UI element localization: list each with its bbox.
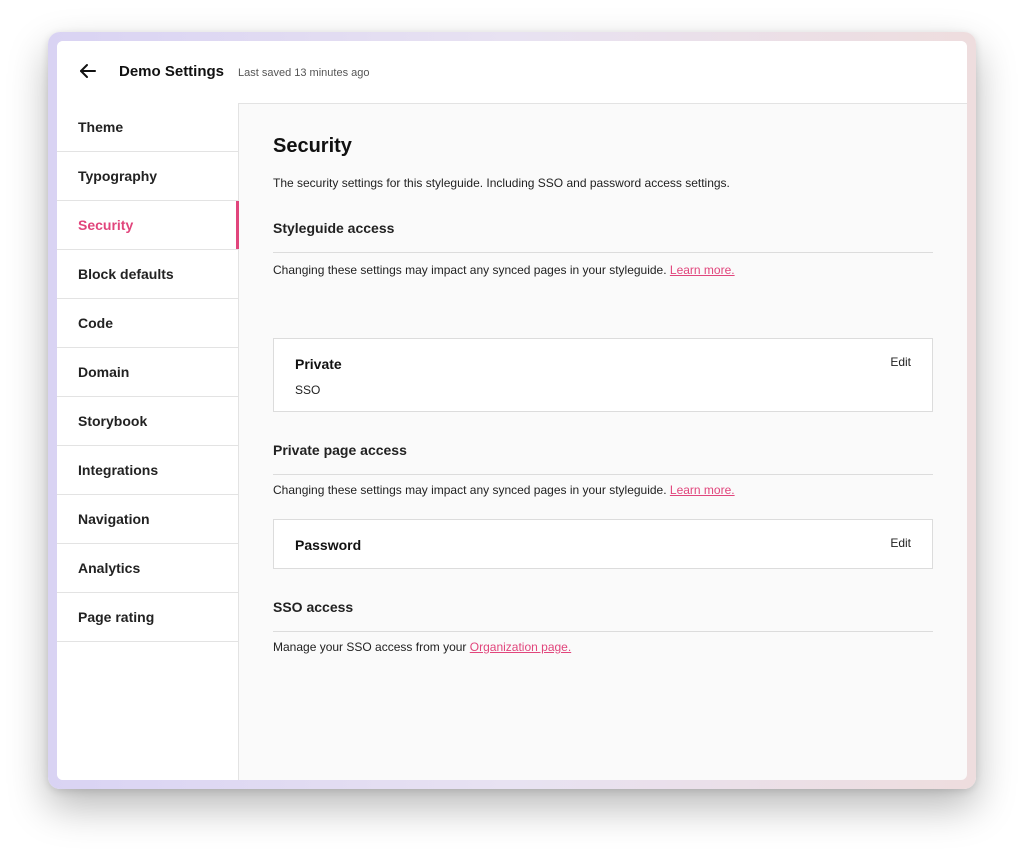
divider <box>273 474 933 475</box>
card-subtitle: SSO <box>295 383 321 397</box>
sidebar-item-label: Integrations <box>78 462 159 478</box>
edit-password-button[interactable]: Edit <box>890 536 911 550</box>
card-title: Password <box>295 537 362 553</box>
sso-access-note-text: Manage your SSO access from your <box>273 640 467 654</box>
sidebar-item-domain[interactable]: Domain <box>57 348 238 397</box>
sidebar-item-theme[interactable]: Theme <box>57 103 238 152</box>
app-title: Demo Settings <box>119 63 225 80</box>
sso-access-note: Manage your SSO access from your Organiz… <box>273 640 571 654</box>
sidebar-item-label: Code <box>78 315 113 331</box>
divider <box>273 631 933 632</box>
private-page-access-heading: Private page access <box>273 442 407 458</box>
styleguide-access-heading: Styleguide access <box>273 220 395 236</box>
private-page-access-note: Changing these settings may impact any s… <box>273 483 735 497</box>
sidebar-item-code[interactable]: Code <box>57 299 238 348</box>
sidebar-item-storybook[interactable]: Storybook <box>57 397 238 446</box>
private-page-access-note-text: Changing these settings may impact any s… <box>273 483 667 497</box>
sidebar-item-label: Analytics <box>78 560 141 576</box>
styleguide-access-note: Changing these settings may impact any s… <box>273 263 735 277</box>
sidebar-item-navigation[interactable]: Navigation <box>57 495 238 544</box>
learn-more-link[interactable]: Learn more. <box>670 483 735 497</box>
private-access-card: Private SSO Edit <box>273 338 933 412</box>
organization-page-link[interactable]: Organization page. <box>470 640 571 654</box>
sidebar-item-label: Theme <box>78 119 124 135</box>
edit-private-button[interactable]: Edit <box>890 355 911 369</box>
settings-window: Demo Settings Last saved 13 minutes ago … <box>57 41 967 780</box>
learn-more-link[interactable]: Learn more. <box>670 263 735 277</box>
page-title: Security <box>273 135 352 157</box>
sidebar-item-analytics[interactable]: Analytics <box>57 544 238 593</box>
sidebar-item-label: Storybook <box>78 413 148 429</box>
divider <box>273 252 933 253</box>
sidebar-item-typography[interactable]: Typography <box>57 152 238 201</box>
sidebar-item-label: Typography <box>78 168 158 184</box>
sidebar-item-label: Block defaults <box>78 266 174 282</box>
sidebar-item-label: Domain <box>78 364 130 380</box>
last-saved-text: Last saved 13 minutes ago <box>238 67 370 79</box>
top-bar: Demo Settings Last saved 13 minutes ago <box>57 41 967 104</box>
page-description: The security settings for this styleguid… <box>273 176 730 190</box>
sidebar-item-page-rating[interactable]: Page rating <box>57 593 238 642</box>
password-access-card: Password Edit <box>273 519 933 569</box>
card-title: Private <box>295 356 342 372</box>
sidebar-item-block-defaults[interactable]: Block defaults <box>57 250 238 299</box>
sso-access-heading: SSO access <box>273 599 354 615</box>
styleguide-access-note-text: Changing these settings may impact any s… <box>273 263 667 277</box>
sidebar-item-security[interactable]: Security <box>57 201 239 250</box>
sidebar-item-label: Navigation <box>78 511 150 527</box>
sidebar-item-integrations[interactable]: Integrations <box>57 446 238 495</box>
sidebar-item-label: Page rating <box>78 609 155 625</box>
arrow-left-icon[interactable] <box>78 61 98 81</box>
sidebar-item-label: Security <box>78 217 134 233</box>
sidebar: Theme Typography Security Block defaults… <box>57 103 239 780</box>
